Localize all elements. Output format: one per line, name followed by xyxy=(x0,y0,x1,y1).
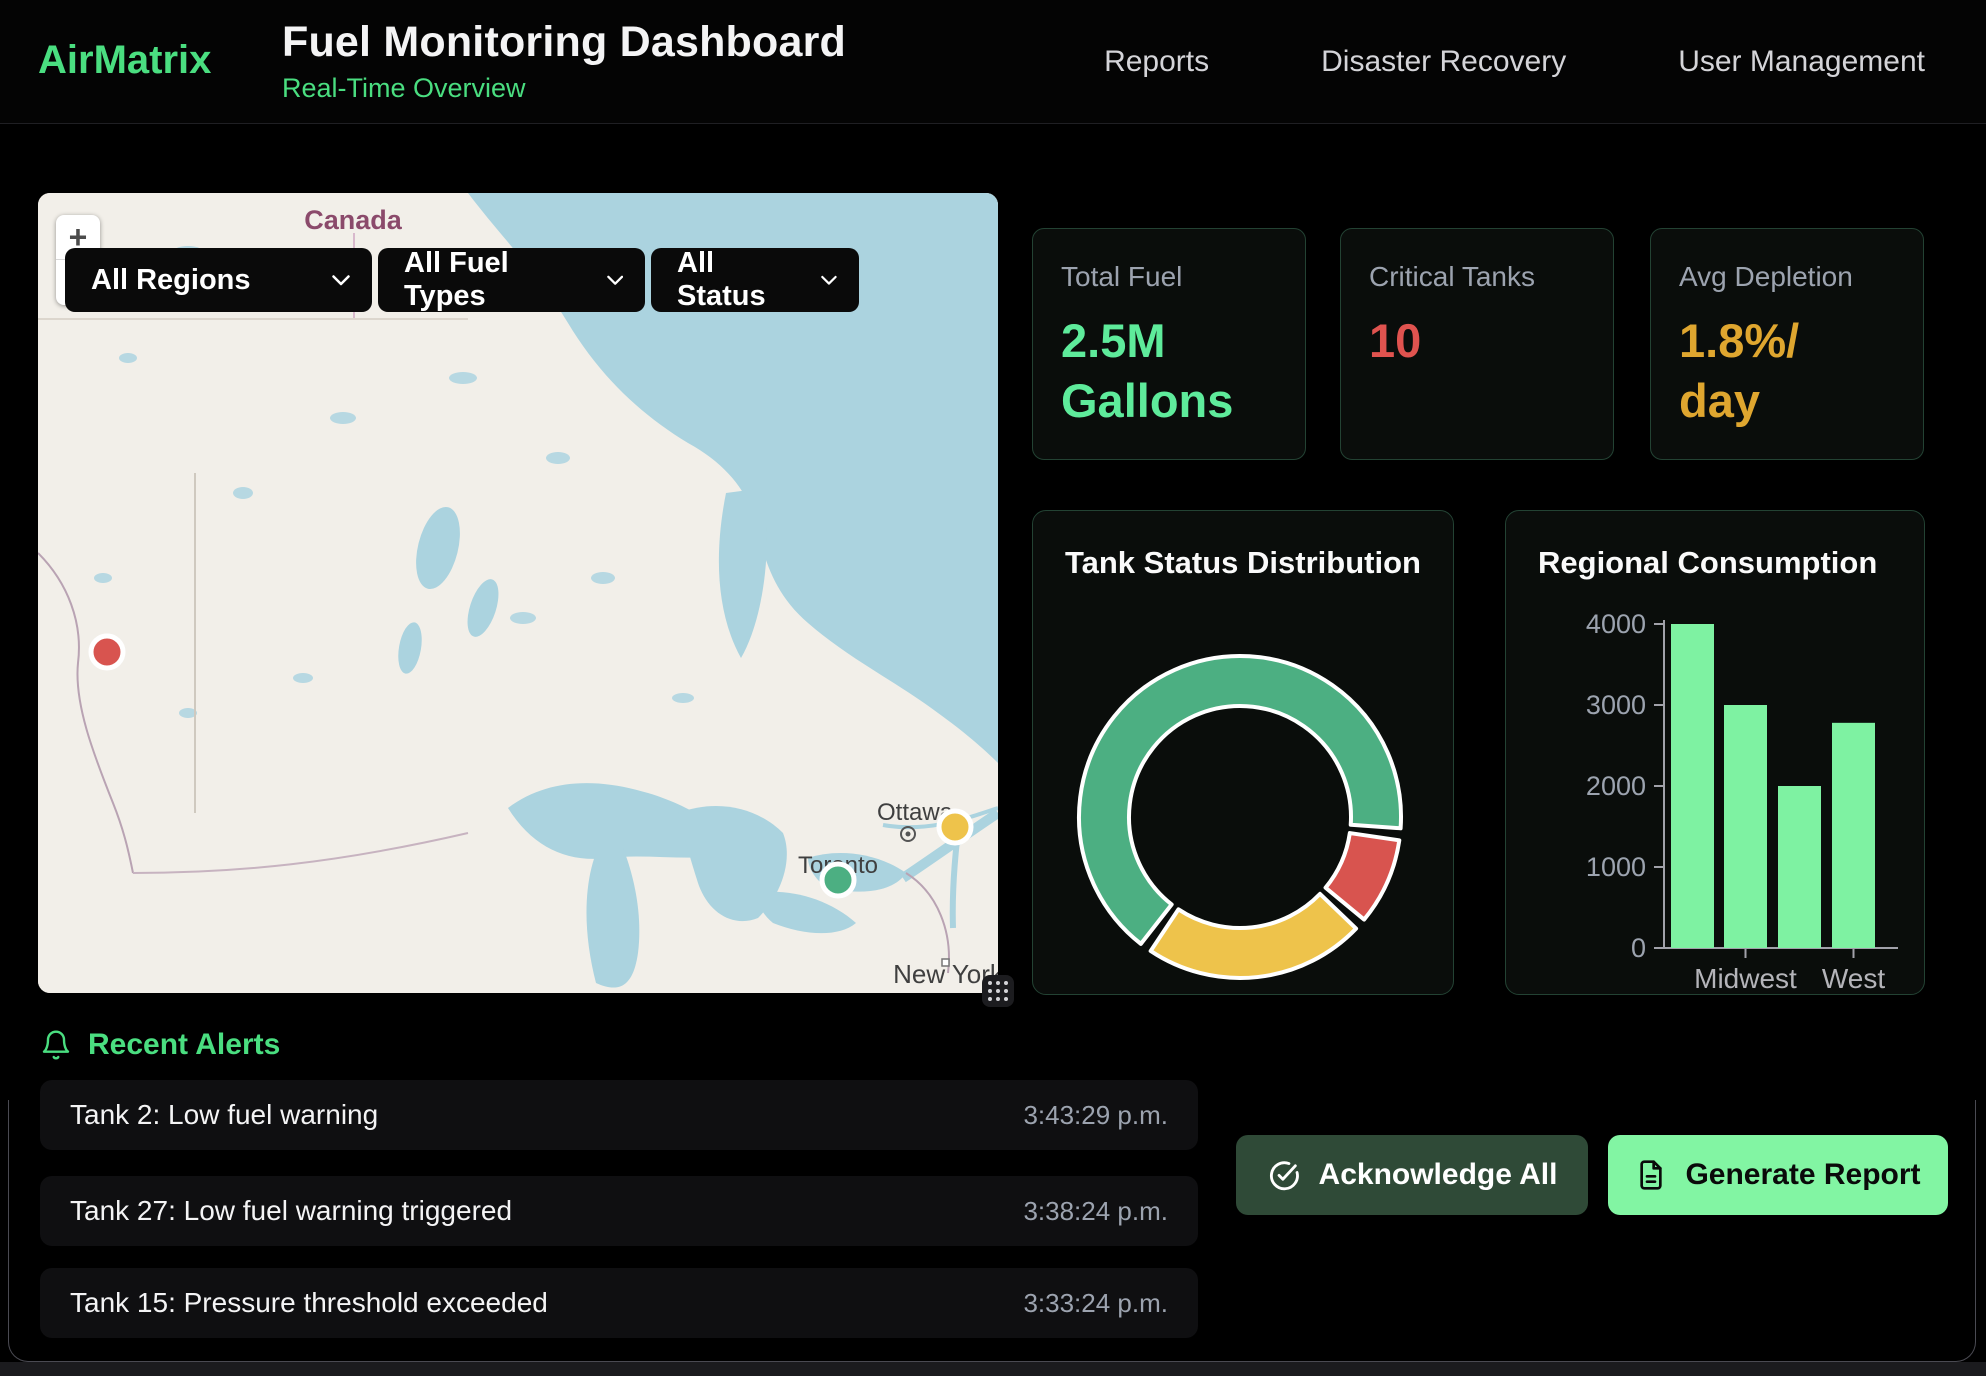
generate-report-button[interactable]: Generate Report xyxy=(1608,1135,1948,1215)
bell-icon xyxy=(40,1029,72,1061)
regional-consumption-bar-chart: 0 1000 2000 3000 4000 Midwest West xyxy=(1506,511,1926,996)
filter-regions-dropdown[interactable]: All Regions xyxy=(65,248,372,312)
stat-value: 1.8%/ day xyxy=(1679,311,1895,431)
tank-marker-critical[interactable] xyxy=(91,636,123,668)
stat-card-avg-depletion: Avg Depletion 1.8%/ day xyxy=(1650,228,1924,460)
tank-status-card: Tank Status Distribution xyxy=(1032,510,1454,995)
bar-region-2 xyxy=(1778,786,1821,948)
donut-segment-critical xyxy=(1326,833,1400,919)
y-tick-label: 1000 xyxy=(1586,852,1646,882)
tank-marker-warning[interactable] xyxy=(939,811,971,843)
chevron-down-icon xyxy=(821,275,837,286)
filter-regions-label: All Regions xyxy=(91,264,251,297)
filter-fuel-types-dropdown[interactable]: All Fuel Types xyxy=(378,248,645,312)
nav-reports[interactable]: Reports xyxy=(1104,45,1209,79)
stat-label: Critical Tanks xyxy=(1369,261,1585,293)
main-nav: Reports Disaster Recovery User Managemen… xyxy=(1104,0,1925,124)
map-label-country: Canada xyxy=(304,205,403,235)
bar-region-1 xyxy=(1724,705,1767,948)
stat-label: Avg Depletion xyxy=(1679,261,1895,293)
alert-text: Tank 27: Low fuel warning triggered xyxy=(70,1195,512,1227)
title-block: Fuel Monitoring Dashboard Real-Time Over… xyxy=(282,18,846,104)
map-canvas[interactable]: Canada Ottawa Toronto New York xyxy=(38,193,998,993)
x-tick-label: West xyxy=(1822,963,1885,994)
map-filters: All Regions All Fuel Types All Status xyxy=(65,248,859,312)
tank-marker-normal[interactable] xyxy=(822,864,854,896)
tank-status-donut-chart xyxy=(1033,511,1455,996)
x-tick-label: Midwest xyxy=(1694,963,1797,994)
alert-text: Tank 2: Low fuel warning xyxy=(70,1099,378,1131)
page-title: Fuel Monitoring Dashboard xyxy=(282,18,846,67)
dashboard-root: AirMatrix Fuel Monitoring Dashboard Real… xyxy=(0,0,1986,1376)
acknowledge-all-label: Acknowledge All xyxy=(1319,1158,1558,1192)
check-circle-icon xyxy=(1267,1158,1301,1192)
page-subtitle: Real-Time Overview xyxy=(282,73,846,104)
filter-status-dropdown[interactable]: All Status xyxy=(651,248,859,312)
recent-alerts-heading: Recent Alerts xyxy=(40,1028,280,1062)
nav-disaster-recovery[interactable]: Disaster Recovery xyxy=(1321,45,1566,79)
brand-logo[interactable]: AirMatrix xyxy=(38,38,211,83)
chevron-down-icon xyxy=(332,275,350,286)
alert-row[interactable]: Tank 27: Low fuel warning triggered 3:38… xyxy=(40,1176,1198,1246)
filter-status-label: All Status xyxy=(677,247,795,313)
map-panel[interactable]: Canada Ottawa Toronto New York + − All R… xyxy=(38,193,998,993)
y-tick-label: 0 xyxy=(1631,933,1646,963)
alert-row[interactable]: Tank 2: Low fuel warning 3:43:29 p.m. xyxy=(40,1080,1198,1150)
alert-timestamp: 3:33:24 p.m. xyxy=(1023,1288,1168,1319)
y-tick-label: 2000 xyxy=(1586,771,1646,801)
app-header: AirMatrix Fuel Monitoring Dashboard Real… xyxy=(0,0,1986,124)
stat-card-total-fuel: Total Fuel 2.5M Gallons xyxy=(1032,228,1306,460)
resize-handle[interactable] xyxy=(982,975,1014,1007)
y-tick-label: 3000 xyxy=(1586,690,1646,720)
donut-segment-warning xyxy=(1151,894,1356,978)
regional-consumption-card: Regional Consumption 01000200030004000Mi… xyxy=(1505,510,1925,995)
generate-report-label: Generate Report xyxy=(1685,1158,1920,1192)
nav-user-management[interactable]: User Management xyxy=(1678,45,1925,79)
stat-card-critical-tanks: Critical Tanks 10 xyxy=(1340,228,1614,460)
stat-value: 2.5M Gallons xyxy=(1061,311,1277,431)
alert-row[interactable]: Tank 15: Pressure threshold exceeded 3:3… xyxy=(40,1268,1198,1338)
y-tick-label: 4000 xyxy=(1586,609,1646,639)
alert-text: Tank 15: Pressure threshold exceeded xyxy=(70,1287,548,1319)
filter-fuel-types-label: All Fuel Types xyxy=(404,247,581,313)
stat-label: Total Fuel xyxy=(1061,261,1277,293)
bar-region-3 xyxy=(1832,723,1875,948)
bar-region-0 xyxy=(1671,624,1714,948)
page-bottom-strip xyxy=(0,1362,1986,1376)
ottawa-city-icon-dot xyxy=(906,832,911,837)
chevron-down-icon xyxy=(607,275,623,286)
recent-alerts-title: Recent Alerts xyxy=(88,1028,280,1062)
stat-value: 10 xyxy=(1369,311,1585,371)
acknowledge-all-button[interactable]: Acknowledge All xyxy=(1236,1135,1588,1215)
alert-timestamp: 3:38:24 p.m. xyxy=(1023,1196,1168,1227)
document-icon xyxy=(1635,1159,1667,1191)
alert-timestamp: 3:43:29 p.m. xyxy=(1023,1100,1168,1131)
